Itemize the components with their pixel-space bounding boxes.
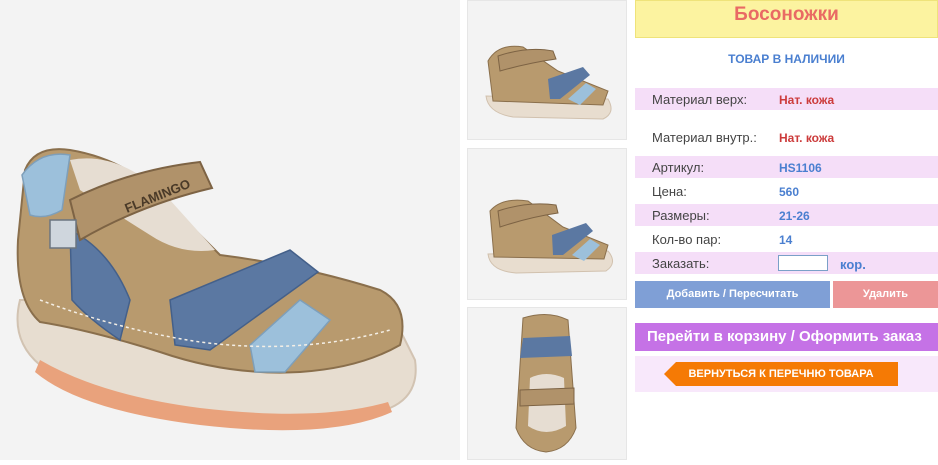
quantity-unit: кор. [840,257,866,272]
spec-row-material-upper: Материал верх: Нат. кожа [635,88,938,110]
spec-value: Нат. кожа [779,131,835,145]
product-title-box: Босоножки [635,0,938,38]
spec-label: Материал верх: [652,92,748,107]
thumbnail-3[interactable] [467,307,627,460]
spec-row-sizes: Размеры: 21-26 [635,204,938,226]
back-to-list-button[interactable]: ВЕРНУТЬСЯ К ПЕРЕЧНЮ ТОВАРА [664,362,898,386]
thumbnail-1[interactable] [467,0,627,140]
order-row: Заказать: кор. [635,252,938,274]
order-label: Заказать: [652,256,710,271]
spec-label: Кол-во пар: [652,232,722,247]
spec-row-material-inner: Материал внутр.: Нат. кожа [635,126,938,148]
main-product-photo: FLAMINGO [0,0,460,460]
spec-value: 14 [779,233,793,247]
sandal-side-thumbnail [485,45,612,120]
sandal-main-image: FLAMINGO [16,148,417,431]
product-info-panel: Босоножки ТОВАР В НАЛИЧИИ Материал верх:… [635,0,938,465]
add-recalculate-button[interactable]: Добавить / Пересчитать [635,281,830,308]
spec-value: 560 [779,185,800,199]
product-title: Босоножки [734,4,839,25]
thumbnail-2[interactable] [467,148,627,300]
spec-value: 21-26 [779,209,810,223]
spec-row-article: Артикул: HS1106 [635,156,938,178]
spec-row-pairs: Кол-во пар: 14 [635,228,938,250]
delete-button[interactable]: Удалить [833,281,938,308]
spec-label: Артикул: [652,160,705,175]
stock-status: ТОВАР В НАЛИЧИИ [728,52,845,66]
spec-label: Материал внутр.: [652,130,757,145]
sandal-angle-thumbnail [487,199,613,274]
spec-value: Нат. кожа [779,93,835,107]
spec-row-price: Цена: 560 [635,180,938,202]
spec-label: Цена: [652,184,687,199]
back-button-area: ВЕРНУТЬСЯ К ПЕРЕЧНЮ ТОВАРА [635,356,938,392]
spec-label: Размеры: [652,208,710,223]
sandal-top-thumbnail [515,314,577,453]
quantity-input[interactable] [778,255,828,271]
spec-value: HS1106 [779,161,822,175]
go-to-cart-button[interactable]: Перейти в корзину / Оформить заказ [635,323,938,351]
